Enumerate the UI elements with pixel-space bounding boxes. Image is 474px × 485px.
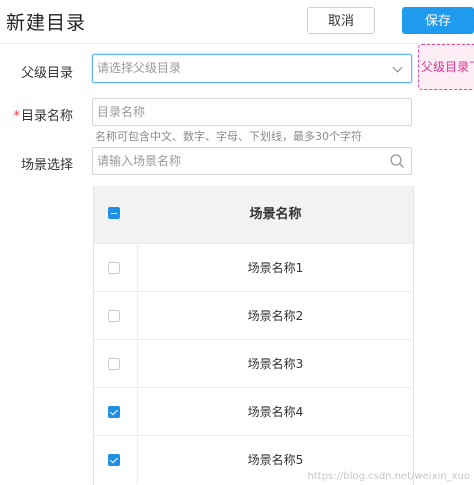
scene-search-placeholder: 请输入场景名称 (97, 154, 182, 168)
select-all-checkbox[interactable] (108, 207, 120, 219)
scene-name-cell: 场景名称1 (247, 261, 304, 275)
required-mark: * (13, 109, 20, 124)
table-row[interactable]: 场景名称2 (94, 291, 413, 340)
parent-directory-label: 父级目录 (20, 66, 73, 81)
column-header-scene-name: 场景名称 (249, 207, 302, 222)
save-button[interactable]: 保存 (402, 7, 474, 34)
scene-search-input[interactable]: 请输入场景名称 (92, 147, 412, 175)
scene-table: 场景名称 场景名称1 场景名称2 场景名称3 场景名称4 场景名称5 (93, 186, 414, 485)
indeterminate-icon (111, 212, 117, 214)
directory-name-input[interactable]: 目录名称 (92, 98, 412, 126)
table-header: 场景名称 (94, 186, 413, 243)
scene-select-label: 场景选择 (20, 158, 73, 173)
row-checkbox[interactable] (108, 454, 120, 466)
scene-name-cell: 场景名称3 (247, 357, 304, 371)
directory-name-label: *目录名称 (3, 105, 73, 124)
parent-directory-placeholder: 请选择父级目录 (97, 61, 182, 75)
checkmark-icon (110, 455, 118, 464)
watermark: https://blog.csdn.net/weixin_xuo (307, 471, 471, 482)
header-divider (0, 43, 474, 44)
chevron-down-icon[interactable] (392, 62, 403, 73)
row-checkbox-cell (94, 340, 138, 388)
directory-name-label-text: 目录名称 (20, 109, 73, 124)
search-icon[interactable] (389, 153, 405, 169)
directory-name-hint: 名称可包含中文、数字、字母、下划线，最多30个字符 (95, 130, 362, 143)
table-row[interactable]: 场景名称1 (94, 243, 413, 292)
row-checkbox-cell (94, 244, 138, 292)
table-row[interactable]: 场景名称4 (94, 387, 413, 436)
cancel-button[interactable]: 取消 (307, 7, 375, 34)
scene-name-cell: 场景名称4 (247, 405, 304, 419)
row-checkbox[interactable] (108, 310, 120, 322)
parent-directory-select[interactable]: 请选择父级目录 (92, 54, 412, 83)
row-checkbox-cell (94, 388, 138, 436)
row-checkbox-cell (94, 292, 138, 340)
table-row[interactable]: 场景名称3 (94, 339, 413, 388)
row-checkbox-cell (94, 436, 138, 484)
page-title: 新建目录 (6, 12, 87, 34)
directory-name-placeholder: 目录名称 (97, 105, 146, 119)
scene-name-cell: 场景名称2 (247, 309, 304, 323)
checkmark-icon (110, 407, 118, 416)
dropdown-tooltip: 父级目录下 (418, 44, 474, 90)
row-checkbox[interactable] (108, 262, 120, 274)
row-checkbox[interactable] (108, 406, 120, 418)
row-checkbox[interactable] (108, 358, 120, 370)
